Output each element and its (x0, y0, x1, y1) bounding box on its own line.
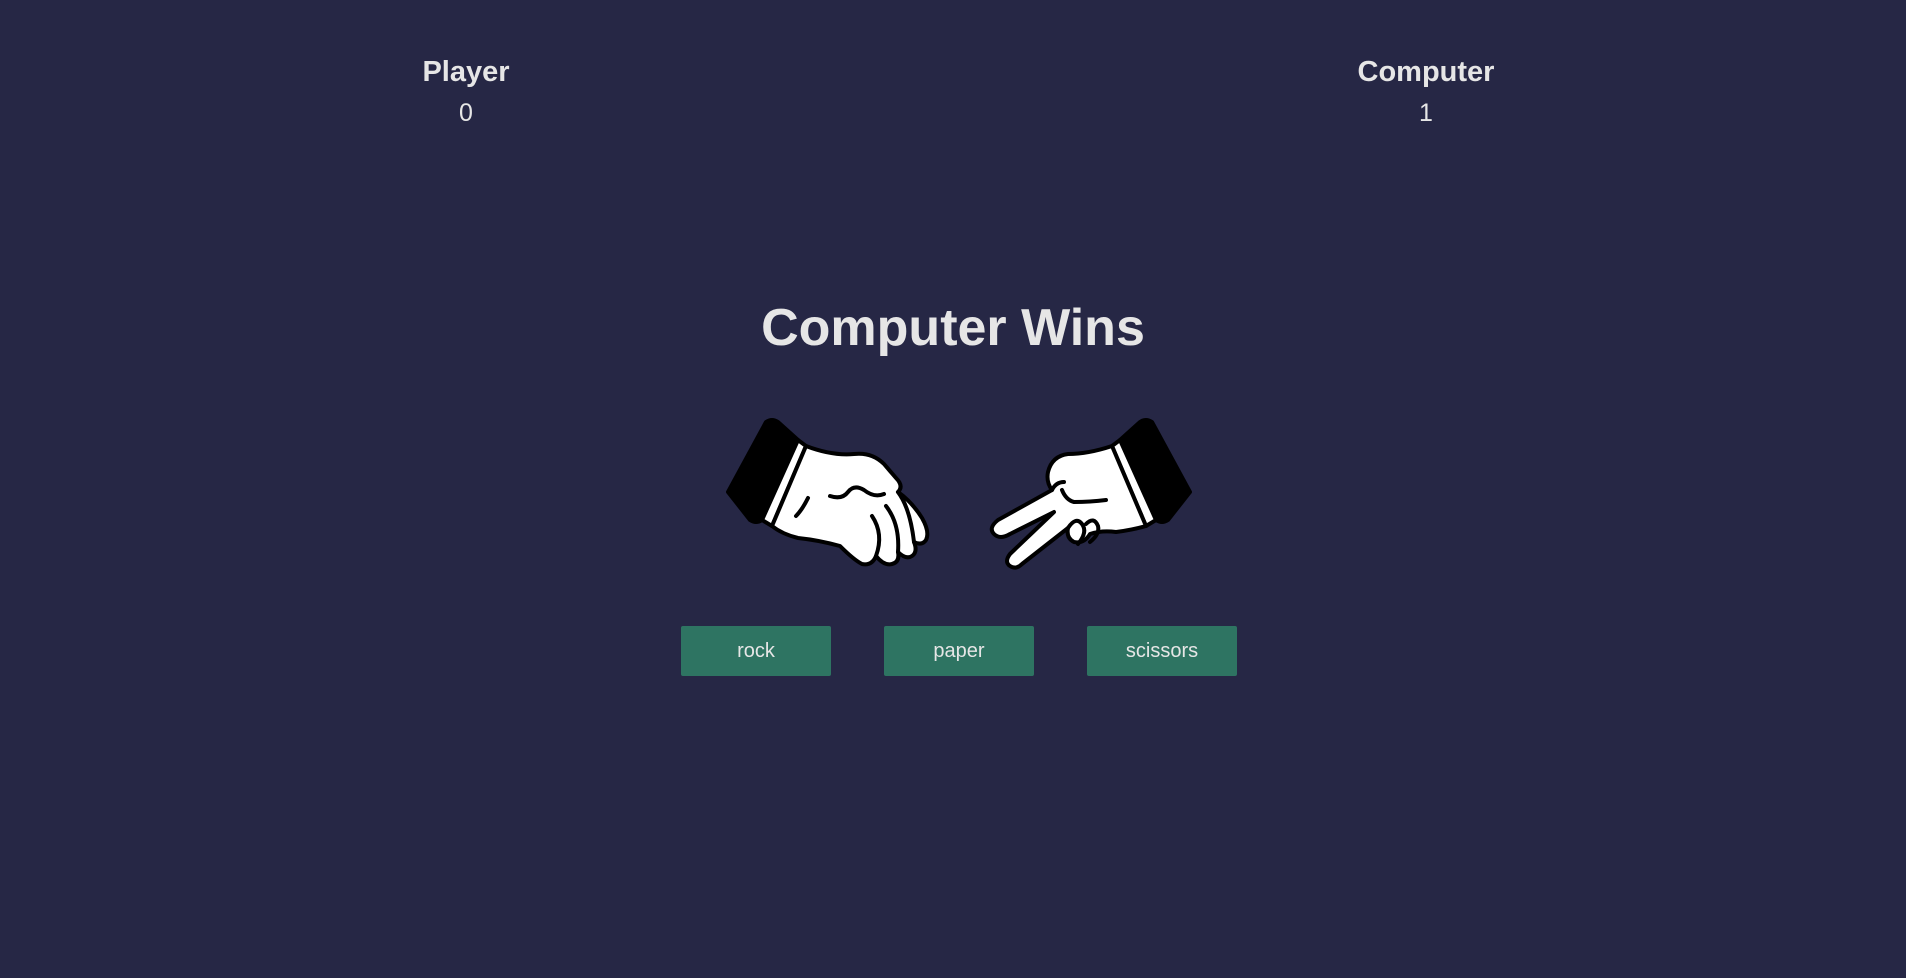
player-score-value: 0 (459, 99, 473, 127)
rock-button[interactable]: rock (681, 626, 831, 676)
choice-buttons: rock paper scissors (681, 626, 1237, 676)
computer-score-value: 1 (1419, 99, 1433, 127)
player-score-label: Player (422, 56, 510, 88)
paper-hand-icon (722, 416, 936, 574)
computer-score-panel: Computer 1 (1306, 52, 1546, 133)
scissors-button[interactable]: scissors (1087, 626, 1237, 676)
player-score-panel: Player 0 (346, 52, 586, 133)
computer-score-label: Computer (1357, 56, 1495, 88)
paper-button[interactable]: paper (884, 626, 1034, 676)
round-result-heading: Computer Wins (761, 299, 1145, 357)
scissors-hand-icon (982, 416, 1196, 574)
